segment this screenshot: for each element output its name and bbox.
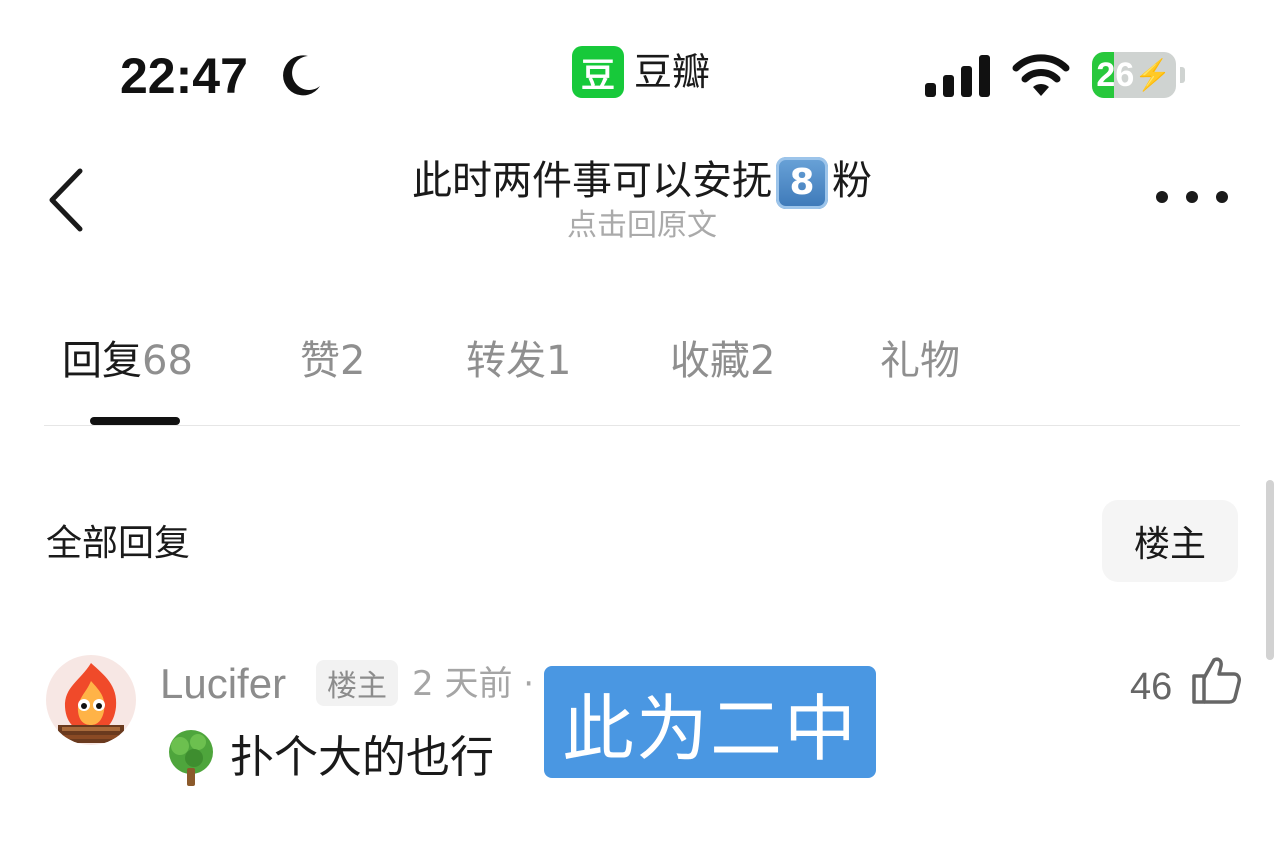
tab-replies[interactable]: 回复68 [62, 334, 193, 388]
comment-text[interactable]: 扑个大的也行 [230, 730, 494, 786]
tab-likes[interactable]: 赞2 [300, 334, 365, 388]
back-button[interactable] [36, 160, 96, 240]
tab-label: 收藏 [670, 338, 750, 384]
comment-timestamp: 2 天前 · [412, 664, 535, 704]
op-badge: 楼主 [316, 660, 398, 706]
more-dot [1216, 191, 1228, 203]
tab-count: 2 [340, 338, 366, 384]
thumbs-up-icon [1192, 657, 1241, 704]
tab-label: 礼物 [880, 338, 960, 384]
scrollbar[interactable] [1266, 480, 1274, 660]
more-options-button[interactable] [1156, 180, 1228, 214]
tab-count: 1 [546, 338, 572, 384]
moon-icon [283, 55, 320, 96]
tab-divider [44, 425, 1240, 426]
tab-count: 2 [750, 338, 776, 384]
battery-level: 26 ⚡ [1096, 55, 1172, 94]
cellular-signal-icon [925, 55, 990, 97]
calcifer-avatar-icon [46, 655, 136, 745]
charging-bolt-icon: ⚡ [1134, 58, 1172, 92]
avatar[interactable] [46, 655, 136, 745]
tab-collections[interactable]: 收藏2 [670, 334, 775, 388]
chevron-left-icon [49, 168, 83, 232]
op-only-filter-button[interactable]: 楼主 [1102, 500, 1238, 582]
more-dots-icon [1156, 191, 1168, 203]
douban-app-icon: 豆 [572, 46, 624, 98]
comment-username[interactable]: Lucifer [160, 658, 286, 710]
more-dot [1186, 191, 1198, 203]
post-title[interactable]: 此时两件事可以安抚 8 粉 [300, 154, 984, 209]
tab-label: 转发 [466, 338, 546, 384]
keycap-8-emoji: 8 [776, 157, 828, 209]
tab-label: 赞 [300, 338, 340, 384]
tab-label: 回复 [62, 338, 142, 384]
all-replies-title: 全部回复 [46, 523, 191, 564]
tree-icon [169, 730, 213, 786]
annotation-overlay-label: 此为二中 [544, 666, 876, 778]
back-to-original-link[interactable]: 点击回原文 [300, 206, 984, 246]
tab-reshares[interactable]: 转发1 [466, 334, 571, 388]
tab-gifts[interactable]: 礼物 [880, 334, 960, 388]
battery-indicator: 26 ⚡ [1092, 52, 1178, 98]
like-button[interactable] [1190, 654, 1242, 710]
wifi-icon [1012, 54, 1070, 96]
battery-tip [1180, 67, 1185, 83]
app-name: 豆瓣 [634, 50, 711, 94]
status-time: 22:47 [120, 48, 248, 104]
active-tab-indicator [90, 417, 180, 425]
tab-count: 68 [142, 338, 193, 384]
like-count: 46 [1130, 666, 1173, 708]
